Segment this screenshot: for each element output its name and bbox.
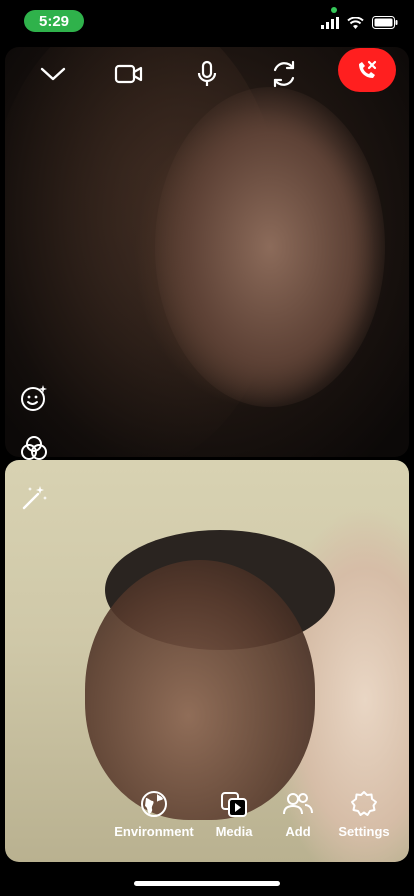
call-toolbar: Environment Media Add Settings	[112, 790, 402, 850]
settings-button[interactable]: Settings	[334, 790, 394, 839]
media-label: Media	[215, 824, 253, 839]
self-video-face	[85, 560, 315, 820]
mic-toggle-button[interactable]	[185, 52, 229, 96]
chevron-down-icon	[40, 67, 66, 81]
camera-in-use-dot	[331, 7, 337, 13]
microphone-icon	[197, 60, 217, 86]
effects-button[interactable]	[18, 382, 50, 414]
home-indicator[interactable]	[134, 881, 280, 886]
gear-icon	[351, 791, 377, 816]
media-icon	[221, 792, 247, 817]
status-time[interactable]: 5:29	[24, 10, 84, 32]
add-people-icon	[283, 793, 313, 815]
globe-icon	[141, 791, 167, 817]
camera-flip-icon	[273, 60, 295, 88]
end-call-icon	[359, 60, 377, 78]
remote-video[interactable]	[5, 47, 409, 457]
magic-wand-icon	[22, 486, 47, 510]
end-call-button[interactable]	[338, 48, 396, 92]
signal-icon	[321, 16, 339, 29]
video-camera-icon	[114, 64, 143, 84]
add-button[interactable]: Add	[276, 790, 320, 839]
battery-icon	[372, 16, 398, 29]
wifi-icon	[347, 16, 364, 29]
status-icons	[321, 16, 398, 29]
filters-icon	[21, 436, 47, 460]
status-bar: 5:29	[0, 0, 414, 44]
magic-wand-button[interactable]	[18, 482, 50, 514]
media-button[interactable]: Media	[208, 790, 260, 839]
settings-label: Settings	[338, 824, 390, 839]
environment-button[interactable]: Environment	[112, 790, 196, 839]
video-toggle-button[interactable]	[107, 52, 151, 96]
environment-label: Environment	[114, 824, 194, 839]
flip-camera-button[interactable]	[262, 52, 306, 96]
collapse-button[interactable]	[31, 52, 75, 96]
add-label: Add	[285, 824, 311, 839]
remote-video-face	[155, 87, 385, 407]
smiley-sparkle-icon	[21, 385, 47, 411]
